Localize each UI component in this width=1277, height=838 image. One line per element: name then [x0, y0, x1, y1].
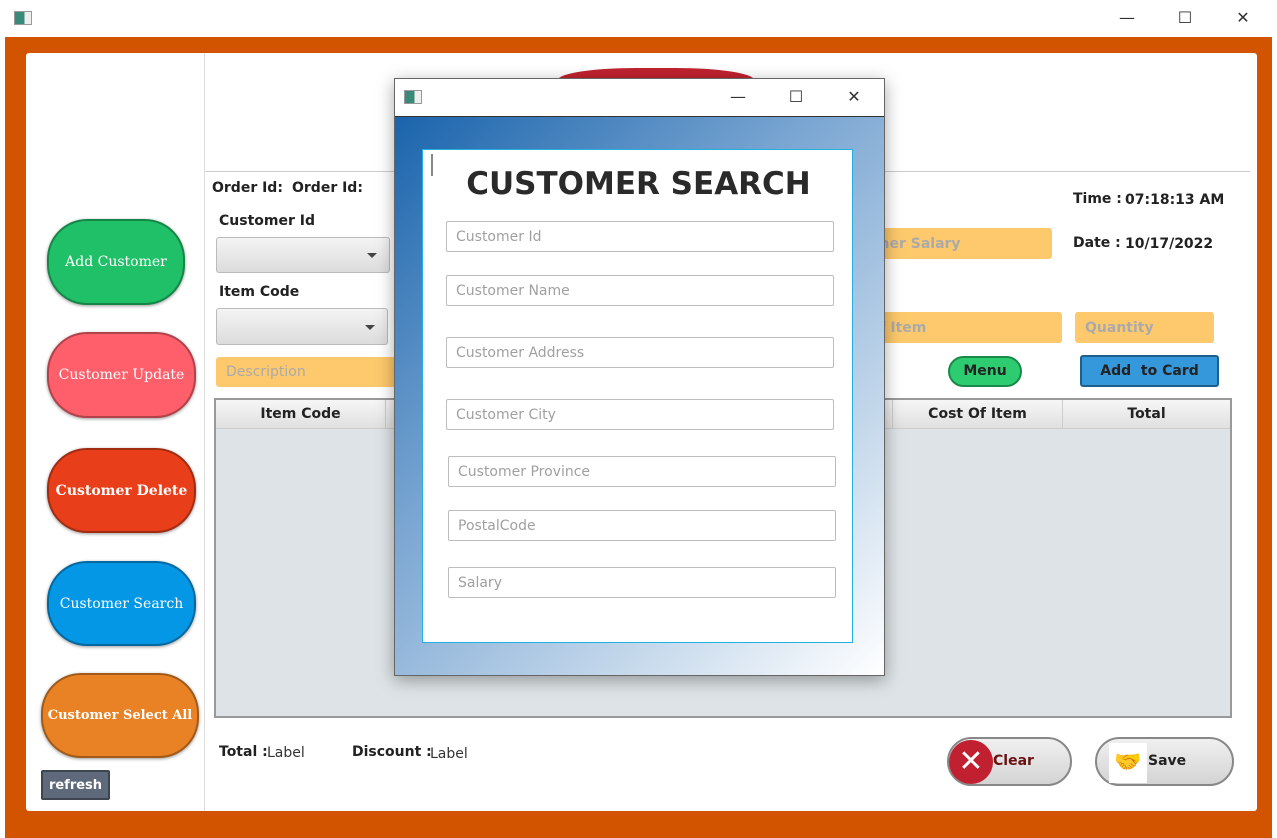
dialog-minimize-button[interactable]: — [715, 82, 761, 112]
menu-button[interactable]: Menu [948, 356, 1022, 387]
column-item-code[interactable]: Item Code [216, 400, 386, 428]
maximize-button[interactable]: ☐ [1162, 3, 1208, 33]
search-card: CUSTOMER SEARCH Customer Id Customer Nam… [422, 149, 853, 643]
clear-label: Clear [993, 753, 1034, 769]
customer-search-button[interactable]: Customer Search [47, 561, 196, 646]
dialog-title: CUSTOMER SEARCH [466, 166, 811, 202]
add-to-card-button[interactable]: Add to Card [1080, 355, 1219, 387]
date-value: 10/17/2022 [1125, 236, 1214, 252]
discount-label: Discount : [352, 744, 432, 760]
customer-search-dialog: — ☐ ✕ CUSTOMER SEARCH Customer Id Custom… [394, 78, 885, 676]
total-label: Total : [219, 744, 268, 760]
item-code-combo[interactable] [216, 308, 388, 345]
time-label: Time : [1073, 191, 1122, 207]
clear-button[interactable]: ✕ Clear [947, 737, 1072, 786]
customer-province-input[interactable]: Customer Province [448, 456, 836, 487]
customer-id-combo[interactable] [216, 237, 390, 273]
sidebar-divider [204, 53, 205, 811]
customer-name-input[interactable]: Customer Name [446, 275, 834, 306]
app-icon [14, 11, 32, 25]
dialog-app-icon [404, 90, 422, 104]
customer-address-input[interactable]: Customer Address [446, 337, 834, 368]
save-label: Save [1148, 753, 1187, 769]
item-code-label: Item Code [219, 284, 300, 300]
description-field[interactable]: Description [216, 357, 396, 387]
save-button[interactable]: 🤝 Save [1095, 737, 1234, 786]
handshake-icon: 🤝 [1109, 743, 1147, 783]
time-value: 07:18:13 AM [1125, 192, 1225, 208]
customer-update-button[interactable]: Customer Update [47, 332, 196, 418]
dialog-maximize-button[interactable]: ☐ [773, 82, 819, 112]
dialog-close-button[interactable]: ✕ [831, 82, 877, 112]
column-total[interactable]: Total [1063, 400, 1230, 428]
postal-code-input[interactable]: PostalCode [448, 510, 836, 541]
customer-id-input[interactable]: Customer Id [446, 221, 834, 252]
order-id-value: Order Id: [292, 180, 363, 196]
discount-value: Label [430, 746, 468, 762]
customer-id-label: Customer Id [219, 213, 315, 229]
customer-delete-button[interactable]: Customer Delete [47, 448, 196, 533]
add-customer-button[interactable]: Add Customer [47, 219, 185, 305]
close-button[interactable]: ✕ [1220, 3, 1266, 33]
order-id-label: Order Id: [212, 180, 283, 196]
dialog-body: CUSTOMER SEARCH Customer Id Customer Nam… [395, 116, 884, 675]
quantity-field[interactable]: Quantity [1075, 312, 1214, 343]
customer-city-input[interactable]: Customer City [446, 399, 834, 430]
minimize-button[interactable]: — [1104, 3, 1150, 33]
column-cost-of-item[interactable]: Cost Of Item [892, 400, 1063, 428]
clear-icon: ✕ [949, 740, 993, 784]
total-value: Label [267, 745, 305, 761]
customer-select-all-button[interactable]: Customer Select All [41, 673, 199, 758]
date-label: Date : [1073, 235, 1121, 251]
refresh-button[interactable]: refresh [41, 770, 110, 800]
salary-input[interactable]: Salary [448, 567, 836, 598]
